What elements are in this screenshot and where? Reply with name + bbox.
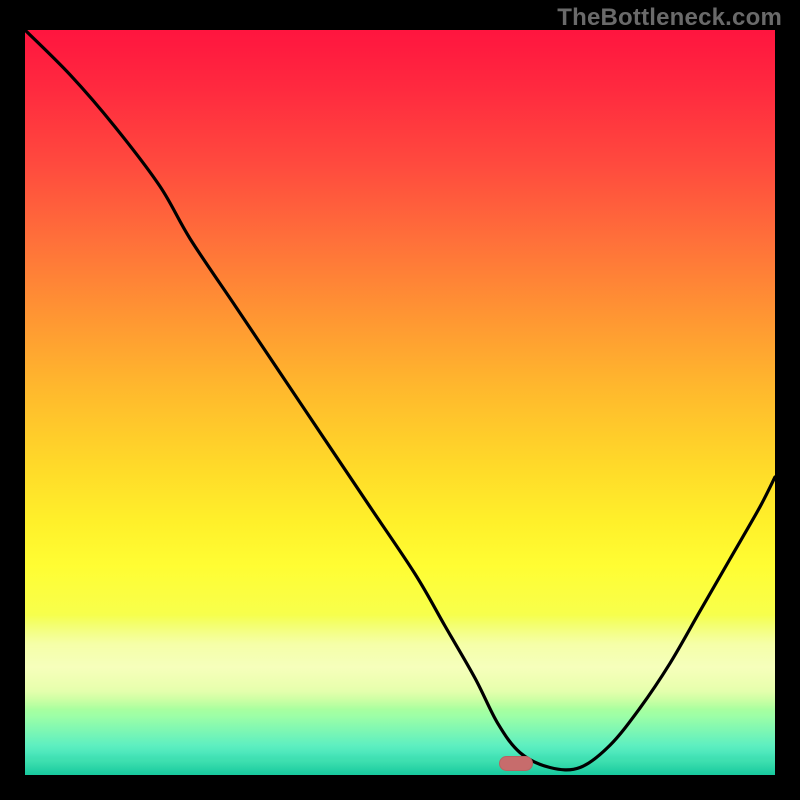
curve-path <box>25 30 775 770</box>
plot-area <box>25 30 775 775</box>
watermark-text: TheBottleneck.com <box>557 4 782 32</box>
bottleneck-curve <box>25 30 775 775</box>
chart-frame: TheBottleneck.com <box>0 0 800 800</box>
optimal-marker <box>499 756 533 771</box>
